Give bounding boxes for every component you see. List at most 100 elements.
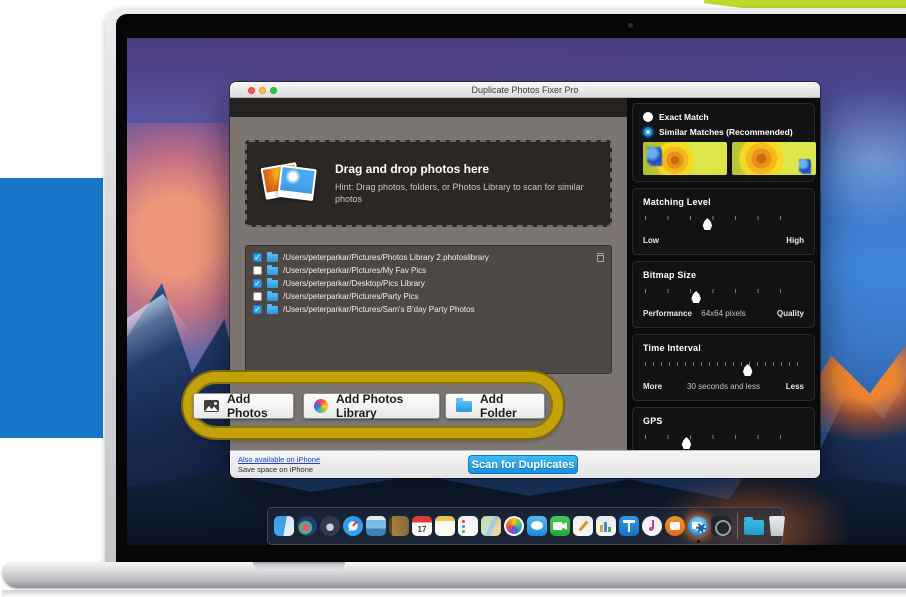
match-type-panel: Exact Match Similar Matches (Recommended) [632,103,815,182]
macbook-base [2,562,906,588]
dock-item-label: 17 [412,524,432,536]
dropzone-title: Drag and drop photos here [335,162,587,176]
butterfly-decoration [647,147,662,166]
slider-ticks [645,216,802,220]
slider-sections: Matching LevelLowHigh Bitmap Size Performa… [632,188,815,478]
dropzone[interactable]: Drag and drop photos here Hint: Drag pho… [245,140,612,227]
dock-item-finder-icon[interactable] [274,516,294,536]
add-photos-button[interactable]: Add Photos [193,393,294,419]
checkbox-unchecked[interactable] [253,266,262,275]
dock: 17 [267,507,783,545]
dropzone-text: Drag and drop photos here Hint: Drag pho… [335,162,587,205]
match-option[interactable]: Exact Match [643,112,804,122]
dock-item-trash-icon[interactable] [767,516,787,536]
zoom-button[interactable] [270,87,277,94]
add-folder-button[interactable]: Add Folder [445,393,545,419]
slider-track[interactable] [643,287,804,305]
dock-item-image-capture-icon[interactable] [711,516,731,536]
butterfly-decoration [799,159,811,174]
dock-item-downloads-folder-icon[interactable] [744,520,764,535]
photos-stack-icon [261,159,319,209]
dock-item-contacts-icon[interactable] [389,516,409,536]
list-item[interactable]: ✓/Users/peterparkar/Pictures/Sam's B'day… [246,303,611,316]
slider-ticks [645,362,802,366]
dock-item-reminders-icon[interactable] [458,516,478,536]
folder-icon [267,306,278,314]
slider-labels: More30 seconds and lessLess [643,382,804,394]
wallpaper-snow-left [127,288,247,408]
dock-item-preview-icon[interactable] [366,516,386,536]
dock-item-pages-icon[interactable] [573,516,593,536]
dock-item-duplicate-photos-fixer-icon[interactable] [688,516,708,536]
list-item[interactable]: /Users/peterparkar/Pictures/My Fav Pics [246,264,611,277]
scan-for-duplicates-button[interactable]: Scan for Duplicates [468,455,578,474]
dock-item-itunes-icon[interactable] [642,516,662,536]
checkbox-checked[interactable]: ✓ [253,279,262,288]
slider-track[interactable] [643,360,804,378]
dock-separator [737,513,738,539]
macbook-reflection [2,590,906,597]
dropzone-hint: Hint: Drag photos, folders, or Photos Li… [335,181,587,205]
dock-item-facetime-icon[interactable] [550,516,570,536]
list-item[interactable]: ✓/Users/peterparkar/Desktop/Pics Library [246,277,611,290]
file-path: /Users/peterparkar/Pictures/Photos Libra… [283,253,592,262]
folder-icon [267,293,278,301]
slider-ticks [645,289,802,293]
add-photos-library-button[interactable]: Add Photos Library [303,393,440,419]
match-option-label: Similar Matches (Recommended) [659,127,793,137]
match-options: Exact Match Similar Matches (Recommended) [643,112,804,137]
dock-item-photos-icon[interactable] [504,516,524,536]
button-label: Add Folder [480,392,534,420]
dock-item-launchpad-icon[interactable] [320,516,340,536]
window-titlebar[interactable]: Duplicate Photos Fixer Pro [230,82,820,98]
dock-item-maps-icon[interactable] [481,516,501,536]
dock-item-numbers-icon[interactable] [596,516,616,536]
slider-panel-title: GPS [643,416,804,426]
dock-item-safari-icon[interactable] [343,516,363,536]
button-label: Add Photos [227,392,283,420]
list-item[interactable]: ✓ /Users/peterparkar/Pictures/Photos Libr… [246,251,611,264]
dock-item-messages-icon[interactable] [527,516,547,536]
slider-labels: Performance64x64 pixelsQuality [643,309,804,321]
slider-label-right: Quality [777,309,804,318]
dock-item-keynote-icon[interactable] [619,516,639,536]
settings-sidebar: Exact Match Similar Matches (Recommended)… [627,98,820,450]
checkbox-checked[interactable]: ✓ [253,253,262,262]
slider-label-center: 30 seconds and less [643,382,804,391]
minimize-button[interactable] [259,87,266,94]
slider-track[interactable] [643,214,804,232]
webcam-icon [628,23,633,28]
match-option-label: Exact Match [659,112,709,122]
iphone-subtext: Save space on iPhone [238,465,313,474]
radio-unselected[interactable] [643,112,653,122]
iphone-link[interactable]: Also available on iPhone [238,455,320,464]
sample-image-1 [643,142,727,175]
window-title: Duplicate Photos Fixer Pro [230,82,820,98]
slider-label-right: Less [786,382,804,391]
slider-labels: LowHigh [643,236,804,248]
window-footer: Also available on iPhone Save space on i… [230,450,820,478]
slider-panel: Time IntervalMore30 seconds and lessLess [632,334,815,401]
trash-icon[interactable] [597,253,604,262]
slider-ticks [645,435,802,439]
dock-item-notes-icon[interactable] [435,516,455,536]
slider-panel-title: Bitmap Size [643,270,804,280]
list-item[interactable]: /Users/peterparkar/Pictures/Party Pics [246,290,611,303]
photo-icon [204,400,219,412]
close-button[interactable] [248,87,255,94]
folder-icon [267,280,278,288]
dock-item-calendar-icon[interactable]: 17 [412,516,432,536]
macbook-lid-notch [253,562,345,569]
dock-item-ibooks-icon[interactable] [665,516,685,536]
file-path: /Users/peterparkar/Pictures/My Fav Pics [283,266,604,275]
slider-panel: Bitmap Size Performance64x64 pixelsQualit… [632,261,815,328]
checkbox-unchecked[interactable] [253,292,262,301]
sample-thumbnails [643,142,804,175]
radio-selected[interactable] [643,127,653,137]
checkbox-checked[interactable]: ✓ [253,305,262,314]
dock-item-siri-icon[interactable] [297,516,317,536]
slider-track[interactable] [643,433,804,451]
slider-panel: Matching LevelLowHigh [632,188,815,255]
match-option[interactable]: Similar Matches (Recommended) [643,127,804,137]
button-label: Add Photos Library [336,392,429,420]
